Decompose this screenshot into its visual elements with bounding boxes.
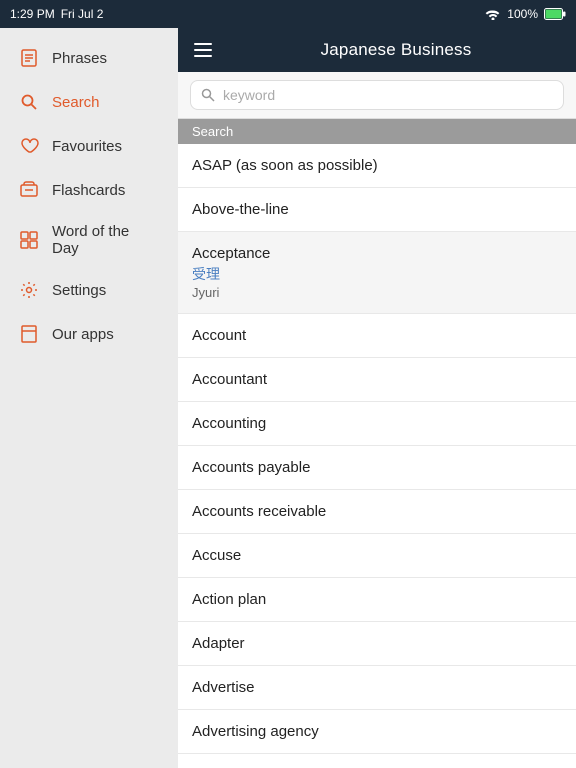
search-input-wrapper	[190, 80, 564, 110]
list-item[interactable]: Advertising agency	[178, 710, 576, 754]
right-panel: Japanese Business Search ASAP (as soon a…	[178, 28, 576, 768]
wifi-icon	[485, 8, 501, 20]
battery-level: 100%	[507, 7, 538, 21]
status-bar: 1:29 PM Fri Jul 2 100%	[0, 0, 576, 28]
time: 1:29 PM	[10, 7, 55, 21]
main-layout: Phrases Search Favourites	[0, 28, 576, 768]
sidebar-item-settings[interactable]: Settings	[0, 268, 178, 312]
sidebar-our-apps-label: Our apps	[52, 326, 114, 343]
status-bar-right: 100%	[485, 7, 566, 21]
word-japanese: 受理	[192, 264, 562, 284]
sidebar-favourites-label: Favourites	[52, 138, 122, 155]
word-english: Acceptance	[192, 245, 562, 262]
settings-icon	[18, 279, 40, 301]
word-list[interactable]: ASAP (as soon as possible) Above-the-line…	[178, 144, 576, 768]
document-icon	[18, 47, 40, 69]
word-english: Above-the-line	[192, 201, 562, 218]
search-input[interactable]	[223, 87, 553, 103]
list-item[interactable]: Above-the-line	[178, 188, 576, 232]
list-item[interactable]: Acceptance 受理Jyuri	[178, 232, 576, 314]
grid-icon	[18, 229, 40, 251]
word-english: Account	[192, 327, 562, 344]
list-item[interactable]: Action plan	[178, 578, 576, 622]
search-icon	[201, 88, 215, 102]
word-english: Advertising agency	[192, 723, 562, 740]
sidebar-item-flashcards[interactable]: Flashcards	[0, 168, 178, 212]
list-item[interactable]: ASAP (as soon as possible)	[178, 144, 576, 188]
hamburger-button[interactable]	[194, 43, 212, 57]
word-english: ASAP (as soon as possible)	[192, 157, 562, 174]
word-english: Accuse	[192, 547, 562, 564]
word-english: Accounts receivable	[192, 503, 562, 520]
search-nav-icon	[18, 91, 40, 113]
word-english: Advertise	[192, 679, 562, 696]
heart-icon	[18, 135, 40, 157]
word-english: Accountant	[192, 371, 562, 388]
section-label: Search	[192, 124, 233, 139]
list-item[interactable]: Adapter	[178, 622, 576, 666]
word-english: Accounts payable	[192, 459, 562, 476]
book-icon	[18, 323, 40, 345]
list-item[interactable]: Accounts payable	[178, 446, 576, 490]
word-english: Accounting	[192, 415, 562, 432]
page-title: Japanese Business	[232, 40, 560, 60]
sidebar: Phrases Search Favourites	[0, 28, 178, 768]
sidebar-settings-label: Settings	[52, 282, 106, 299]
sidebar-item-favourites[interactable]: Favourites	[0, 124, 178, 168]
word-romaji: Jyuri	[192, 285, 562, 300]
list-item[interactable]: Accuse	[178, 534, 576, 578]
word-english: Action plan	[192, 591, 562, 608]
word-english: Adapter	[192, 635, 562, 652]
sidebar-item-our-apps[interactable]: Our apps	[0, 312, 178, 356]
search-bar-container	[178, 72, 576, 119]
section-header: Search	[178, 119, 576, 144]
list-item[interactable]: Advertise	[178, 666, 576, 710]
list-item[interactable]: Advocate	[178, 754, 576, 768]
sidebar-search-label: Search	[52, 94, 100, 111]
top-bar: Japanese Business	[178, 28, 576, 72]
sidebar-flashcards-label: Flashcards	[52, 182, 125, 199]
date: Fri Jul 2	[61, 7, 104, 21]
sidebar-phrases-label: Phrases	[52, 50, 107, 67]
sidebar-item-word-of-the-day[interactable]: Word of the Day	[0, 212, 178, 268]
flashcard-icon	[18, 179, 40, 201]
list-item[interactable]: Accounts receivable	[178, 490, 576, 534]
sidebar-item-phrases[interactable]: Phrases	[0, 36, 178, 80]
list-item[interactable]: Accountant	[178, 358, 576, 402]
list-item[interactable]: Account	[178, 314, 576, 358]
list-item[interactable]: Accounting	[178, 402, 576, 446]
status-bar-left: 1:29 PM Fri Jul 2	[10, 7, 103, 21]
sidebar-item-search[interactable]: Search	[0, 80, 178, 124]
battery-icon	[544, 8, 566, 20]
sidebar-word-of-day-label: Word of the Day	[52, 223, 160, 257]
